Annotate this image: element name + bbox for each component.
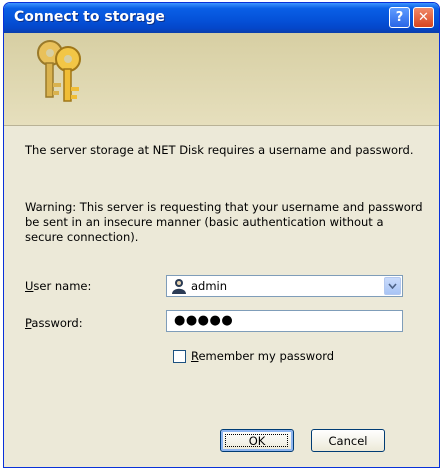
username-label: User name: (25, 279, 91, 293)
password-label: Password: (25, 316, 83, 330)
remember-password-checkbox[interactable] (173, 350, 186, 363)
remember-label-text: emember my password (198, 349, 335, 363)
warning-message: Warning: This server is requesting that … (25, 200, 423, 244)
remember-password-label[interactable]: Remember my password (191, 349, 334, 363)
dialog-title: Connect to storage (14, 9, 165, 25)
connect-dialog: Connect to storage ? ✕ The server storag… (3, 2, 440, 468)
password-field[interactable]: ●●●●● (166, 310, 403, 332)
banner (4, 33, 439, 126)
cancel-button[interactable]: Cancel (311, 429, 385, 452)
ok-focus-rectangle (225, 434, 288, 447)
title-bar[interactable]: Connect to storage ? ✕ (4, 3, 439, 33)
username-label-text: ser name: (33, 279, 92, 293)
help-button[interactable]: ? (389, 7, 410, 28)
password-label-text: assword: (31, 316, 83, 330)
cancel-button-label: Cancel (328, 433, 368, 448)
user-icon (172, 279, 186, 294)
username-value: admin (191, 279, 228, 293)
chevron-down-icon (388, 283, 397, 289)
info-message: The server storage at NET Disk requires … (25, 143, 414, 157)
close-button[interactable]: ✕ (413, 7, 434, 28)
password-value: ●●●●● (174, 313, 234, 328)
username-dropdown-button[interactable] (384, 277, 401, 295)
username-combobox[interactable]: admin (166, 275, 403, 297)
help-icon: ? (395, 10, 404, 25)
close-icon: ✕ (418, 10, 429, 25)
keys-icon (37, 40, 81, 102)
